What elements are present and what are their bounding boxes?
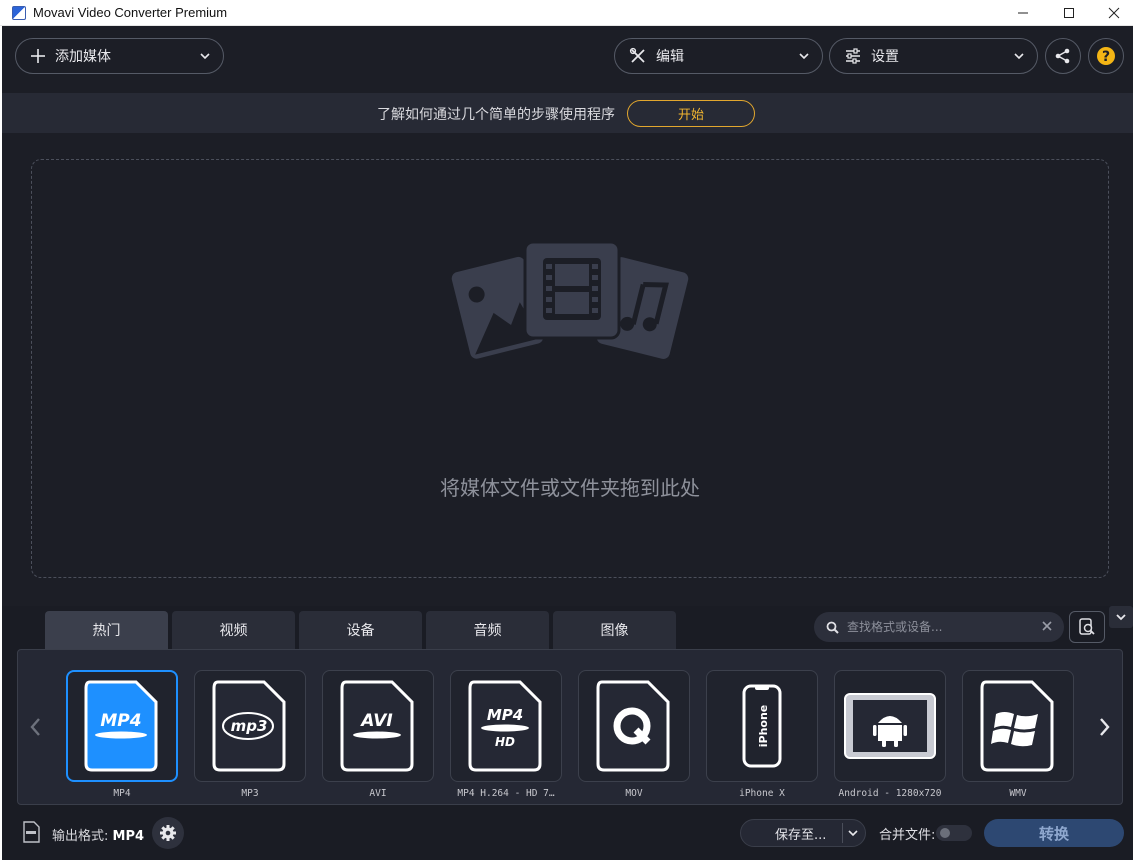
toggle-knob xyxy=(940,828,950,838)
chevron-down-icon xyxy=(1116,614,1126,621)
add-media-button[interactable]: 添加媒体 xyxy=(15,38,224,74)
save-to-label: 保存至... xyxy=(775,827,827,843)
chevron-down-icon xyxy=(799,53,809,60)
toolbar: 添加媒体 编辑 设置 ? xyxy=(2,26,1133,93)
start-tutorial-button[interactable]: 开始 xyxy=(627,100,755,127)
presets-carousel: MP4 MP4 mp3 MP3 AVI AVI MP4 HD MP4 H.264… xyxy=(17,649,1123,805)
preset-mp3[interactable]: mp3 xyxy=(194,670,306,782)
tab-video[interactable]: 视频 xyxy=(172,611,295,649)
preset-label-mp3: MP3 xyxy=(241,788,259,799)
window-title: Movavi Video Converter Premium xyxy=(33,5,228,20)
clear-search-icon[interactable] xyxy=(1040,619,1054,633)
tab-devices[interactable]: 设备 xyxy=(299,611,422,649)
mp4-hd-icon: MP4 HD xyxy=(468,680,542,772)
windows-icon xyxy=(980,680,1054,772)
app-icon xyxy=(12,5,26,20)
media-files-icon xyxy=(448,240,692,360)
svg-text:iPhone: iPhone xyxy=(757,705,770,748)
format-search-input[interactable] xyxy=(847,620,1027,634)
quicktime-icon xyxy=(596,680,670,772)
merge-files-toggle[interactable] xyxy=(936,825,972,841)
banner-text: 了解如何通过几个简单的步骤使用程序 xyxy=(377,107,615,123)
iphone-icon: iPhone xyxy=(742,684,782,768)
detect-device-button[interactable] xyxy=(1069,611,1105,643)
preset-label-android: Android - 1280x720 xyxy=(838,788,942,799)
save-to-button[interactable]: 保存至... xyxy=(740,819,866,847)
preset-label-wmv: WMV xyxy=(1009,788,1027,799)
share-button[interactable] xyxy=(1045,38,1081,74)
help-icon: ? xyxy=(1097,47,1115,65)
plus-icon xyxy=(31,49,45,63)
drop-zone[interactable]: 将媒体文件或文件夹拖到此处 xyxy=(31,159,1109,578)
preset-wmv[interactable] xyxy=(962,670,1074,782)
svg-text:AVI: AVI xyxy=(359,711,393,731)
preset-mp4[interactable]: MP4 xyxy=(66,670,178,782)
share-icon xyxy=(1055,48,1070,64)
output-format: 输出格式: MP4 xyxy=(52,825,144,844)
close-button[interactable] xyxy=(1090,0,1133,26)
tab-images[interactable]: 图像 xyxy=(553,611,676,649)
close-icon xyxy=(1108,7,1120,19)
drop-zone-text: 将媒体文件或文件夹拖到此处 xyxy=(440,476,700,500)
maximize-icon xyxy=(1064,8,1074,18)
svg-text:?: ? xyxy=(1102,49,1110,65)
output-format-label: 输出格式: xyxy=(52,829,109,844)
preset-avi[interactable]: AVI xyxy=(322,670,434,782)
device-search-icon xyxy=(1079,618,1095,635)
svg-text:mp3: mp3 xyxy=(231,717,268,735)
chevron-down-icon[interactable] xyxy=(847,827,859,839)
avi-icon: AVI xyxy=(340,680,414,772)
preset-mp4-hd[interactable]: MP4 HD xyxy=(450,670,562,782)
preset-label-avi: AVI xyxy=(369,788,387,799)
sliders-icon xyxy=(846,48,860,64)
preset-label-mp4: MP4 xyxy=(113,788,131,799)
android-tablet-icon xyxy=(844,693,936,759)
svg-text:MP4: MP4 xyxy=(100,711,141,731)
format-search-box xyxy=(814,612,1064,642)
preset-mov[interactable] xyxy=(578,670,690,782)
mp4-icon: MP4 xyxy=(84,680,158,772)
preset-label-mp4-hd: MP4 H.264 - HD 7… xyxy=(457,788,555,799)
convert-button[interactable]: 转换 xyxy=(984,819,1124,847)
title-bar: Movavi Video Converter Premium xyxy=(0,0,1133,26)
preset-android[interactable] xyxy=(834,670,946,782)
merge-files-label: 合并文件: xyxy=(879,828,936,843)
settings-label: 设置 xyxy=(871,49,899,65)
edit-button[interactable]: 编辑 xyxy=(614,38,823,74)
gear-icon xyxy=(160,825,176,841)
tools-icon xyxy=(629,47,645,63)
preset-label-iphone-x: iPhone X xyxy=(739,788,785,799)
tab-popular[interactable]: 热门 xyxy=(45,611,168,649)
svg-text:MP4: MP4 xyxy=(487,706,523,724)
chevron-right-icon[interactable] xyxy=(1096,716,1112,738)
tab-audio[interactable]: 音频 xyxy=(426,611,549,649)
chevron-down-icon xyxy=(200,53,210,60)
chevron-down-icon xyxy=(1014,53,1024,60)
edit-label: 编辑 xyxy=(656,49,684,65)
minimize-icon xyxy=(1018,12,1028,14)
add-media-label: 添加媒体 xyxy=(55,49,111,65)
preset-iphone-x[interactable]: iPhone xyxy=(706,670,818,782)
maximize-button[interactable] xyxy=(1045,0,1093,26)
collapse-panel-button[interactable] xyxy=(1109,606,1133,628)
search-icon xyxy=(826,621,839,634)
output-settings-button[interactable] xyxy=(152,817,184,849)
output-format-value: MP4 xyxy=(112,829,145,844)
minimize-button[interactable] xyxy=(999,0,1047,26)
save-divider xyxy=(842,823,843,843)
bottom-bar: 输出格式: MP4 保存至... 合并文件: 转换 xyxy=(2,805,1133,860)
chevron-left-icon[interactable] xyxy=(28,716,44,738)
output-format-file-icon xyxy=(23,821,40,843)
app-window: 添加媒体 编辑 设置 ? 了解如何通过几个简单的步骤使用程序 开始 将媒体文件或… xyxy=(2,26,1133,860)
svg-text:HD: HD xyxy=(495,735,515,749)
help-button[interactable]: ? xyxy=(1088,38,1124,74)
mp3-icon: mp3 xyxy=(212,680,286,772)
preset-label-mov: MOV xyxy=(625,788,643,799)
tutorial-banner: 了解如何通过几个简单的步骤使用程序 开始 xyxy=(2,93,1133,133)
settings-button[interactable]: 设置 xyxy=(829,38,1038,74)
